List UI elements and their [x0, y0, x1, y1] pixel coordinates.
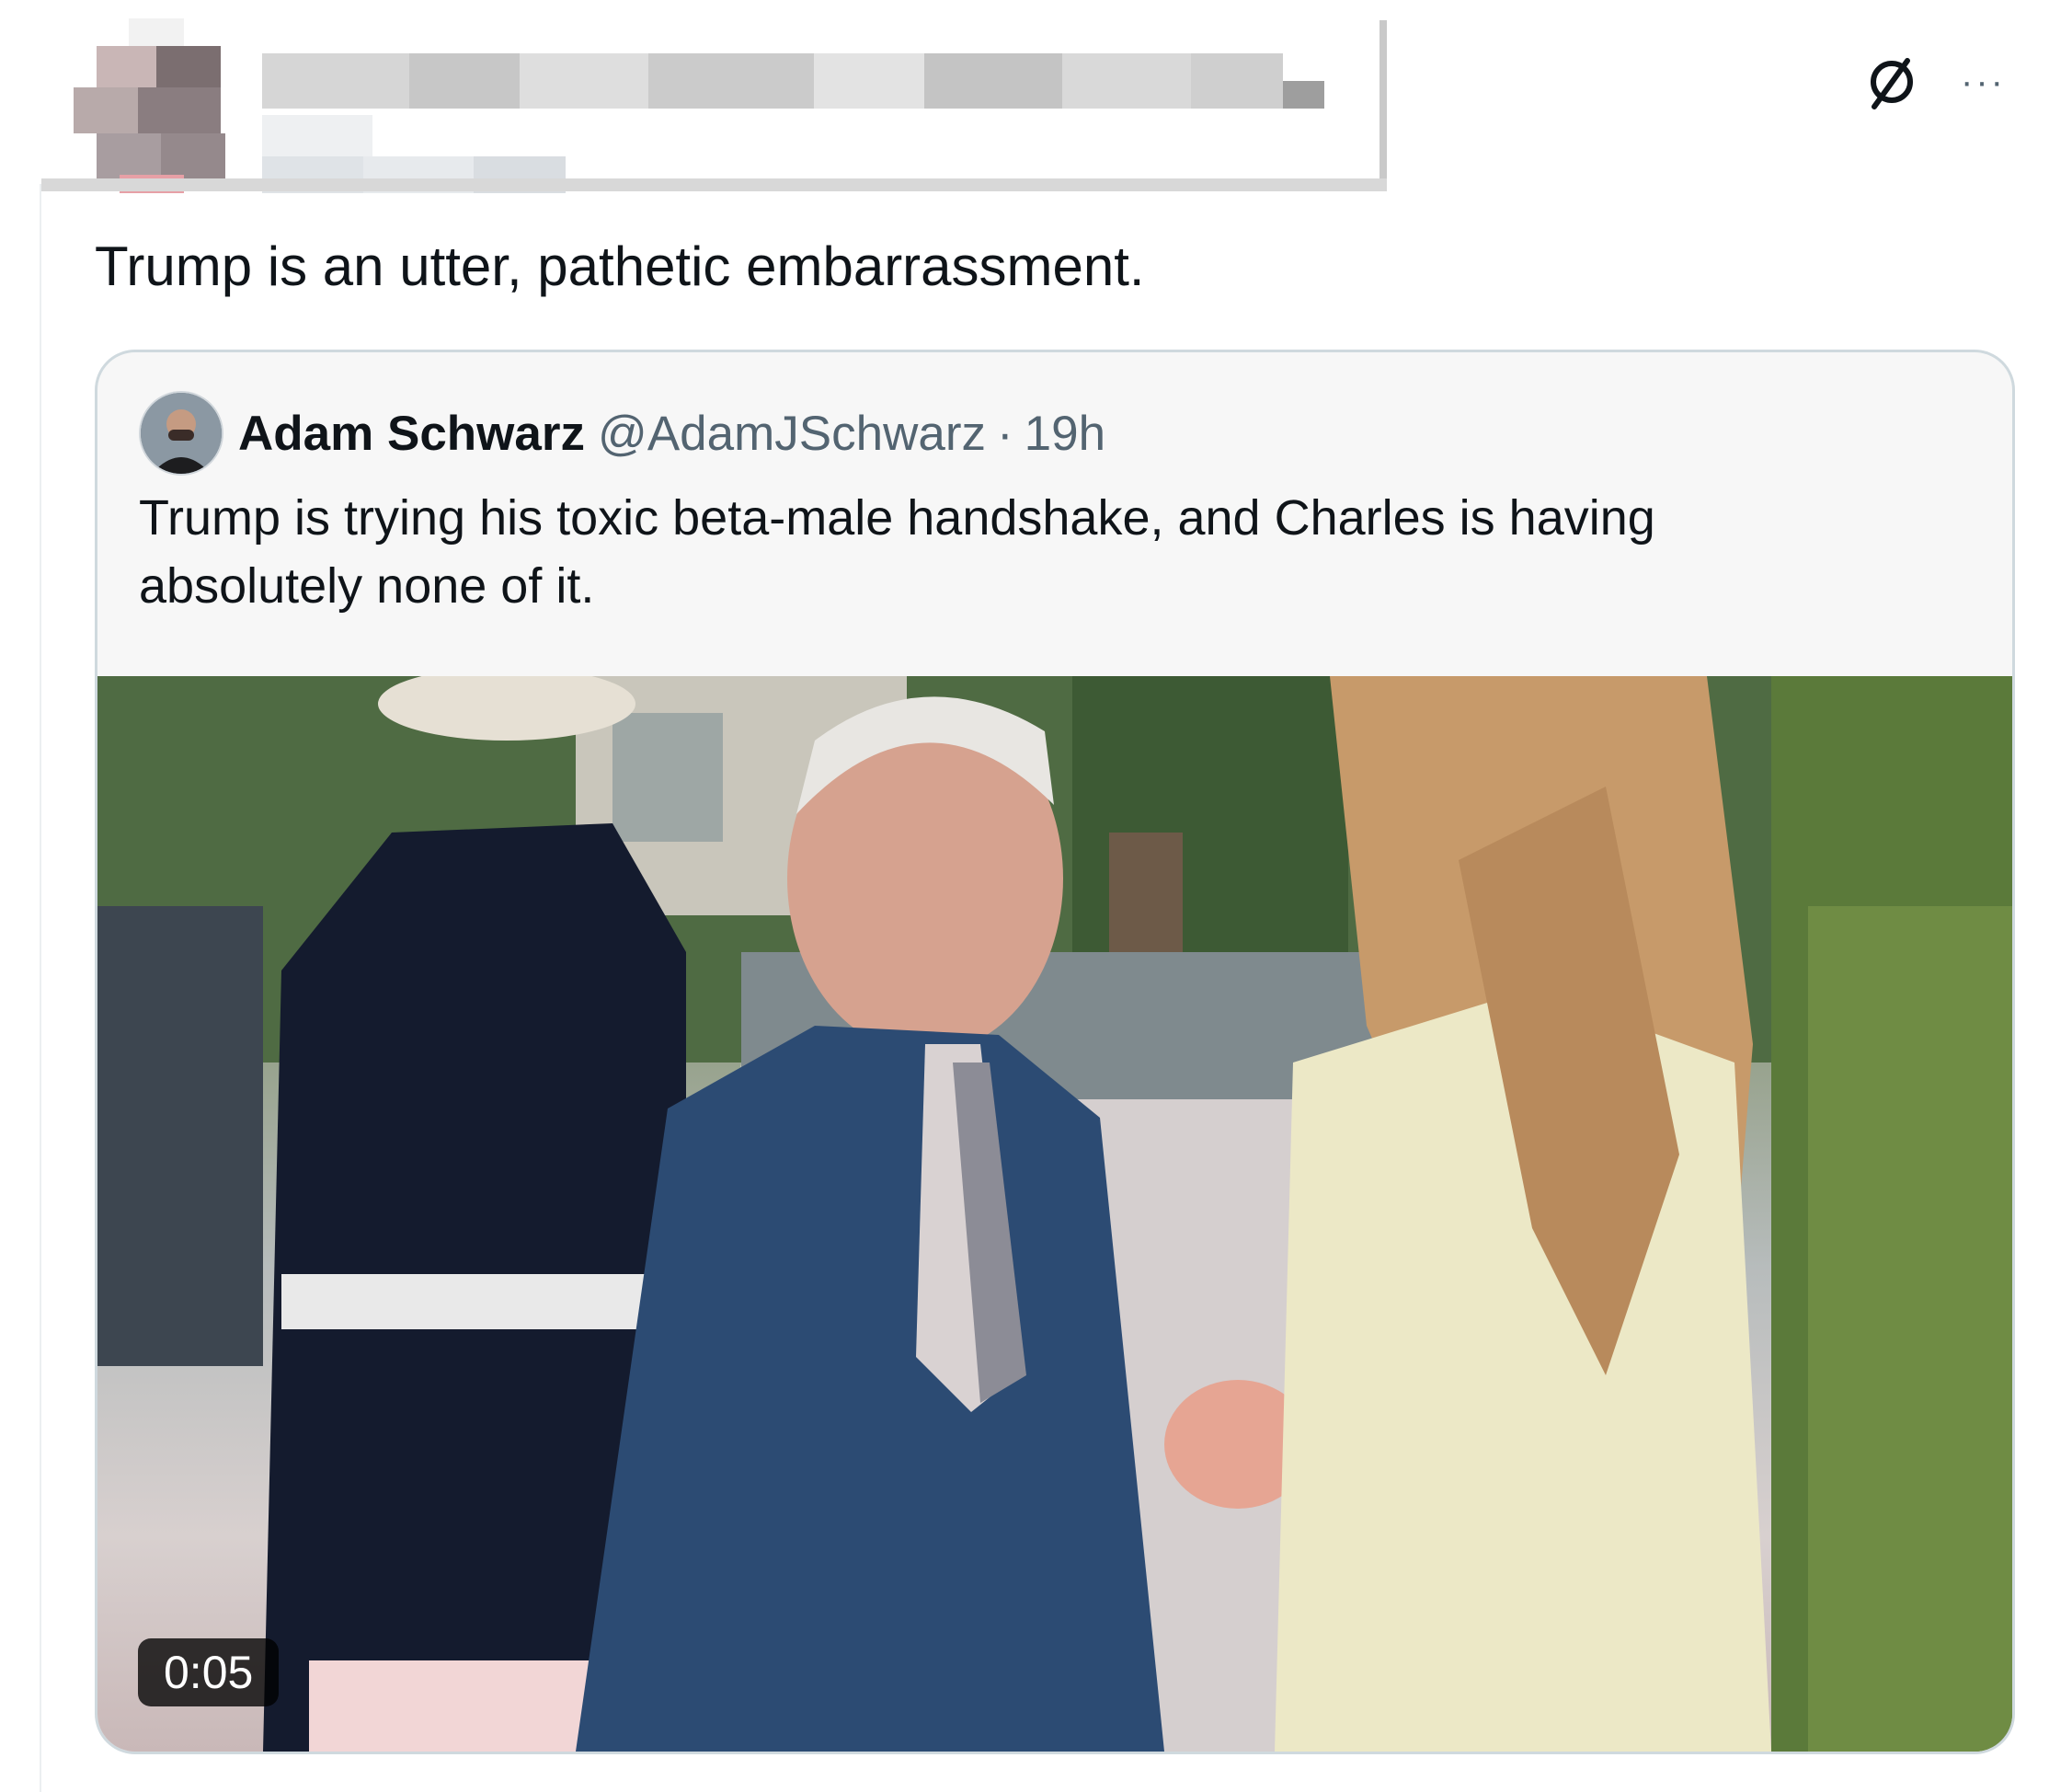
quoted-author-handle[interactable]: @AdamJSchwarz: [598, 406, 986, 462]
separator-dot: ·: [997, 406, 1013, 461]
redacted-author-header: [41, 18, 1389, 193]
post-text: Trump is an utter, pathetic embarrassmen…: [95, 235, 1145, 297]
quoted-tweet-header: Adam Schwarz @AdamJSchwarz · 19h: [139, 391, 1105, 476]
quoted-author-name[interactable]: Adam Schwarz: [238, 406, 585, 462]
quoted-timestamp[interactable]: 19h: [1025, 406, 1105, 462]
quoted-tweet-text: Trump is trying his toxic beta-male hand…: [139, 490, 1655, 614]
more-options-icon[interactable]: ···: [1961, 63, 2006, 100]
video-thumbnail[interactable]: 0:05: [97, 676, 2012, 1752]
quoted-tweet-card[interactable]: Adam Schwarz @AdamJSchwarz · 19h Trump i…: [95, 350, 2015, 1754]
post-top-actions: ···: [1863, 53, 2006, 110]
avatar[interactable]: [139, 391, 223, 476]
redaction-edge: [41, 178, 1387, 191]
video-duration-badge: 0:05: [138, 1638, 280, 1706]
timeline-left-rule: [40, 184, 41, 1792]
redaction-edge: [1379, 20, 1387, 191]
grok-icon[interactable]: [1863, 53, 1920, 110]
